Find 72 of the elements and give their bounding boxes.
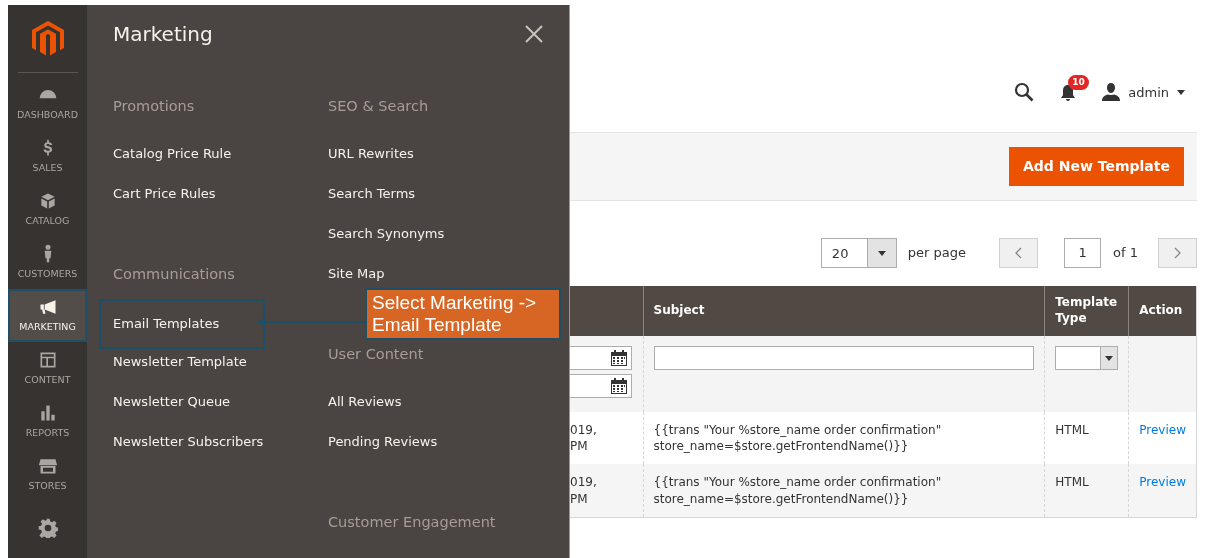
menu-label: DASHBOARD	[17, 107, 78, 122]
date-field[interactable]	[570, 374, 632, 398]
calendar-icon	[610, 377, 628, 395]
sidebar-item[interactable]: REPORTS	[8, 395, 87, 448]
notification-count: 10	[1068, 74, 1089, 90]
panel-title: Marketing	[113, 21, 213, 48]
gear-icon	[37, 517, 58, 538]
menu-link[interactable]: Catalog Price Rule	[113, 143, 232, 165]
menu-label: STORES	[28, 478, 67, 493]
menu-link[interactable]: Email Templates	[99, 299, 266, 349]
page-count: of 1	[1113, 244, 1138, 263]
preview-link[interactable]: Preview	[1139, 423, 1186, 437]
subject-filter-field[interactable]	[653, 346, 1035, 370]
search-icon	[1014, 82, 1035, 102]
chevron-left-icon	[1015, 247, 1023, 259]
annotation-callout: Select Marketing -> Email Template	[365, 288, 561, 340]
table-cell: {{trans "Your %store_name order confirmation" store_name=$store.getFrontendName()}}	[643, 464, 1045, 518]
column-header[interactable]: Action	[1128, 286, 1197, 336]
table-cell: HTML	[1044, 412, 1129, 465]
caret-icon	[1105, 355, 1114, 361]
section-heading: SEO & Search	[328, 97, 430, 116]
menu-link[interactable]: Newsletter Queue	[113, 391, 231, 413]
section-heading: Communications	[113, 265, 236, 284]
per-page-select[interactable]: 20	[820, 238, 897, 268]
next-page-button[interactable]	[1158, 238, 1197, 268]
menu-link[interactable]: Search Terms	[328, 183, 416, 205]
user-icon	[1102, 83, 1121, 102]
column-header[interactable]: Subject	[643, 286, 1045, 336]
table-cell: 019, PM	[570, 412, 643, 465]
section-heading: Promotions	[113, 97, 196, 116]
calendar-icon	[610, 349, 628, 367]
per-page-label: per page	[907, 244, 967, 263]
menu-link[interactable]: Cart Price Rules	[113, 183, 216, 205]
close-icon	[525, 25, 543, 43]
menu-link[interactable]: Search Synonyms	[328, 223, 445, 245]
caret-icon	[1177, 89, 1185, 95]
menu-label: CUSTOMERS	[17, 266, 78, 281]
type-filter-select[interactable]	[1055, 346, 1119, 370]
menu-link[interactable]: Site Map	[328, 263, 385, 285]
chevron-right-icon	[1174, 247, 1181, 259]
sidebar-item[interactable]: CUSTOMERS	[8, 236, 87, 289]
table-cell: 019, PM	[570, 464, 643, 518]
menu-link[interactable]: Pending Reviews	[328, 431, 438, 453]
sidebar-item[interactable]: STORES	[8, 448, 87, 501]
bell-icon	[1060, 84, 1077, 102]
caret-icon	[877, 250, 886, 256]
sidebar-item[interactable]: CATALOG	[8, 183, 87, 236]
sidebar-item[interactable]: DASHBOARD	[8, 77, 87, 130]
logo-icon	[31, 20, 64, 57]
section-heading: Customer Engagement	[328, 513, 497, 532]
menu-label: MARKETING	[19, 319, 76, 334]
menu-label: CATALOG	[25, 213, 70, 228]
sidebar-item[interactable]: MARKETING	[8, 289, 87, 342]
menu-link[interactable]: All Reviews	[328, 391, 402, 413]
column-header[interactable]: Template Type	[1044, 286, 1129, 336]
page-number-field[interactable]: 1	[1064, 238, 1102, 268]
previous-page-button[interactable]	[999, 238, 1039, 268]
add-template-button[interactable]: Add New Template	[1009, 147, 1184, 186]
table-cell: {{trans "Your %store_name order confirmation" store_name=$store.getFrontendName()}}	[643, 412, 1045, 465]
menu-link[interactable]: URL Rewrites	[328, 143, 414, 165]
section-heading: User Content	[328, 345, 425, 364]
sidebar-item[interactable]: SALES	[8, 130, 87, 183]
table-cell: HTML	[1044, 464, 1129, 518]
menu-label: SALES	[32, 160, 63, 175]
sidebar-item[interactable]: CONTENT	[8, 342, 87, 395]
preview-link[interactable]: Preview	[1139, 475, 1186, 490]
menu-label: CONTENT	[24, 372, 71, 387]
menu-link[interactable]: Newsletter Subscribers	[113, 431, 264, 453]
menu-link[interactable]: Newsletter Template	[113, 351, 247, 373]
date-field[interactable]	[570, 346, 632, 370]
menu-label: REPORTS	[25, 425, 70, 440]
user-menu[interactable]: admin	[1128, 82, 1169, 102]
